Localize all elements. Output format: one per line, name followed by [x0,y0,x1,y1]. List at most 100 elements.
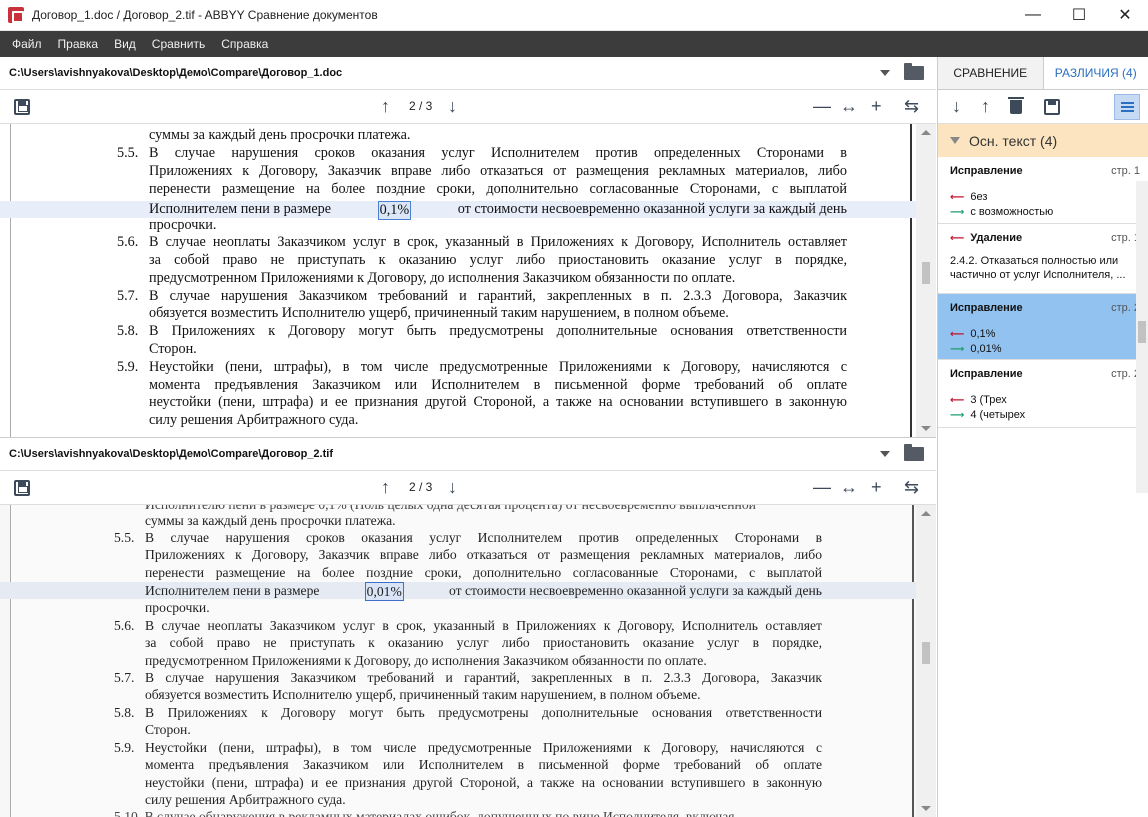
collapse-triangle-icon[interactable] [950,137,960,144]
old-value-arrow-icon: ⟵ [950,191,965,203]
scrollbar-thumb[interactable] [922,262,930,284]
document-1-path[interactable]: C:\Users\avishnyakova\Desktop\Демо\Compa… [9,67,880,79]
zoom-out-icon[interactable]: — [813,477,831,497]
close-button[interactable]: ✕ [1102,0,1148,31]
new-value-arrow-icon: ⟶ [950,343,965,355]
previous-page-icon[interactable]: ↑ [381,477,390,497]
zoom-in-icon[interactable]: + [871,477,882,497]
clause-number: 5.5. [114,530,135,545]
panel-tabs: СРАВНЕНИЕ РАЗЛИЧИЯ (4) [938,57,1148,90]
menu-file[interactable]: Файл [4,31,50,57]
menu-edit[interactable]: Правка [50,31,107,57]
difference-type: Исправление [950,302,1023,314]
doc-line: момента предъявления Заказчиком или Испо… [145,757,822,772]
menu-bar: Файл Правка Вид Сравнить Справка [0,31,1148,57]
difference-marker[interactable]: 0,01% [364,582,404,601]
difference-item[interactable]: Исправление стр. 1 ⟵ 6ез ⟶ с возможностью [938,157,1148,224]
doc-text: от стоимости несвоевременно оказанной ус… [449,583,822,598]
chevron-down-icon[interactable] [880,451,890,457]
doc-line: просрочки. [145,600,210,615]
doc-line: обязуется возместить Исполнителю ущерб, … [149,305,729,321]
doc-line: момента предъявления Заказчиком или Испо… [149,377,847,393]
doc-line: В Приложениях к Договору могут быть пред… [145,705,822,720]
fit-width-icon[interactable]: ↔ [840,477,858,497]
next-difference-icon[interactable]: ↓ [952,96,961,116]
minimize-button[interactable]: — [1010,0,1056,31]
next-page-icon[interactable]: ↓ [448,96,457,116]
window-title: Договор_1.doc / Договор_2.tif - ABBYY Ср… [32,8,378,22]
menu-view[interactable]: Вид [106,31,144,57]
document-1-view[interactable]: суммы за каждый день просрочки платежа. … [0,124,936,437]
difference-item[interactable]: ⟵ Удаление стр. 1 2.4.2. Отказаться полно… [938,224,1148,294]
scroll-down-icon[interactable] [921,806,931,811]
doc-line: Приложениях к Договору, Заказчик вправе … [149,163,847,179]
sync-scroll-icon[interactable]: ⇆ [904,96,919,116]
new-value: 0,01% [970,343,1002,355]
document-1-scrollbar[interactable] [916,124,936,437]
folder-icon[interactable] [904,444,924,461]
new-value-arrow-icon: ⟶ [950,206,965,218]
maximize-button[interactable]: ☐ [1056,0,1102,31]
menu-compare[interactable]: Сравнить [144,31,213,57]
clause-number: 5.9. [114,740,135,755]
doc-line: силу решения Арбитражного суда. [149,412,359,428]
sync-scroll-icon[interactable]: ⇆ [904,477,919,497]
difference-type: Удаление [970,232,1023,244]
difference-item-selected[interactable]: Исправление стр. 2 ⟵ 0,1% ⟶ 0,01% [938,294,1148,360]
old-value: 0,1% [970,328,996,340]
doc-line: Неустойки (пени, штрафы), в том числе пр… [145,740,822,755]
clause-number: 5.6. [117,234,139,250]
clause-number: 5.9. [117,359,139,375]
document-2-pane: C:\Users\avishnyakova\Desktop\Демо\Compa… [0,437,936,817]
doc-line: В случае нарушения сроков оказания услуг… [145,530,822,545]
document-2-toolbar: ↑ 2 / 3 ↓ — ↔ + ⇆ [0,471,936,505]
app-logo-icon [8,7,24,23]
list-view-icon[interactable] [1114,94,1140,120]
trash-icon[interactable] [1008,97,1024,114]
doc-line: Неустойки (пени, штрафы), в том числе пр… [149,359,847,375]
difference-marker[interactable]: 0,1% [377,201,412,220]
doc-line: перенести размещение на более поздние ср… [149,181,847,197]
document-2-scrollbar[interactable] [916,505,936,817]
tab-differences[interactable]: РАЗЛИЧИЯ (4) [1042,57,1148,89]
difference-page: стр. 1 [1111,165,1140,177]
old-value-arrow-icon: ⟵ [950,394,965,406]
title-bar: Договор_1.doc / Договор_2.tif - ABBYY Ср… [0,0,1148,31]
save-icon[interactable] [14,99,30,115]
tab-compare[interactable]: СРАВНЕНИЕ [938,57,1043,89]
document-2-path[interactable]: C:\Users\avishnyakova\Desktop\Демо\Compa… [9,448,880,460]
zoom-in-icon[interactable]: + [871,96,882,116]
save-icon[interactable] [14,480,30,496]
fit-width-icon[interactable]: ↔ [840,96,858,116]
save-icon[interactable] [1044,99,1060,115]
difference-type: Исправление [950,165,1023,177]
previous-page-icon[interactable]: ↑ [381,96,390,116]
next-page-icon[interactable]: ↓ [448,477,457,497]
menu-help[interactable]: Справка [213,31,276,57]
difference-type: Исправление [950,368,1023,380]
doc-line: неустойки (пени, штрафа) и ее признания … [145,775,822,790]
differences-scrollbar[interactable] [1136,181,1148,493]
doc-line: суммы за каждый день просрочки платежа. [145,513,396,528]
doc-line: за собой право не приступать к оказанию … [145,635,822,650]
scroll-up-icon[interactable] [921,511,931,516]
doc-line: Приложениях к Договору, Заказчик вправе … [145,547,822,562]
main-text-section-header[interactable]: Осн. текст (4) [938,124,1148,157]
zoom-out-icon[interactable]: — [813,96,831,116]
doc-line: В случае нарушения Заказчиком требований… [149,288,847,304]
doc-line: перенести размещение на более поздние ср… [145,565,822,580]
scrollbar-thumb[interactable] [1138,321,1146,343]
scroll-up-icon[interactable] [921,130,931,135]
deletion-arrow-icon: ⟵ [950,232,965,244]
scrollbar-thumb[interactable] [922,642,930,664]
difference-item[interactable]: Исправление стр. 2 ⟵ 3 (Трех ⟶ 4 (четырех [938,360,1148,428]
doc-line: 5.10. В случае обнаружения в рекламных м… [114,809,735,817]
doc-line: обязуется возместить Исполнителю ущерб, … [145,687,701,702]
doc-line-with-difference: Исполнителем пени в размере 0,1% от стои… [149,201,847,220]
folder-icon[interactable] [904,63,924,80]
scroll-down-icon[interactable] [921,426,931,431]
previous-difference-icon[interactable]: ↑ [981,96,990,116]
document-2-view[interactable]: Исполнителю пени в размере 0,1% (Ноль це… [0,505,936,817]
chevron-down-icon[interactable] [880,70,890,76]
document-1-path-bar: C:\Users\avishnyakova\Desktop\Демо\Compa… [0,57,936,90]
